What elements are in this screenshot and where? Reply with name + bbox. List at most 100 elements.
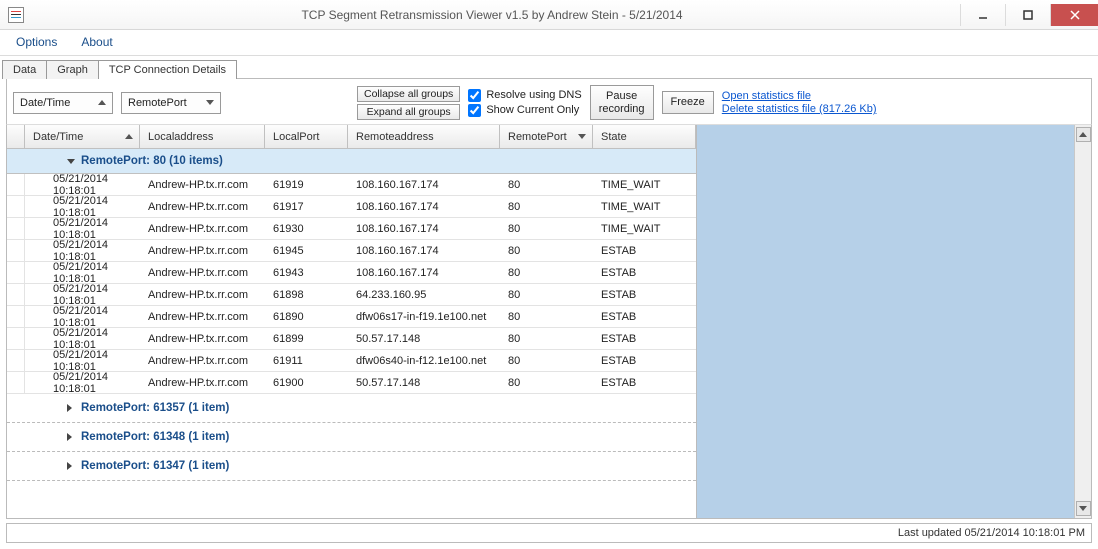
cell-localport: 61900 <box>265 377 348 389</box>
col-remoteport[interactable]: RemotePort <box>500 125 593 148</box>
app-icon <box>8 7 24 23</box>
scroll-down-button[interactable] <box>1076 501 1091 516</box>
col-remoteaddress[interactable]: Remoteaddress <box>348 125 500 148</box>
sort-field-1[interactable]: Date/Time <box>13 92 113 114</box>
cell-localaddress: Andrew-HP.tx.rr.com <box>140 289 265 301</box>
group-header-80[interactable]: RemotePort: 80 (10 items) <box>7 149 696 174</box>
menu-options[interactable]: Options <box>4 30 69 55</box>
tab-data[interactable]: Data <box>2 60 47 79</box>
freeze-button[interactable]: Freeze <box>662 91 714 114</box>
cell-datetime: 05/21/2014 10:18:01 <box>25 239 140 263</box>
col-state[interactable]: State <box>593 125 696 148</box>
table-row[interactable]: 05/21/2014 10:18:01Andrew-HP.tx.rr.com61… <box>7 306 696 328</box>
cell-state: TIME_WAIT <box>593 179 696 191</box>
cell-localaddress: Andrew-HP.tx.rr.com <box>140 179 265 191</box>
cell-remoteaddress: 108.160.167.174 <box>348 267 500 279</box>
cell-datetime: 05/21/2014 10:18:01 <box>25 261 140 285</box>
cell-localaddress: Andrew-HP.tx.rr.com <box>140 311 265 323</box>
tab-graph[interactable]: Graph <box>46 60 99 79</box>
cell-datetime: 05/21/2014 10:18:01 <box>25 305 140 329</box>
current-only-checkbox-label[interactable]: Show Current Only <box>468 104 581 117</box>
collapse-all-button[interactable]: Collapse all groups <box>357 86 460 102</box>
statusbar: Last updated 05/21/2014 10:18:01 PM <box>6 523 1092 543</box>
arrow-down-icon <box>1079 506 1087 511</box>
group-header-61357[interactable]: RemotePort: 61357 (1 item) <box>7 394 696 423</box>
cell-localport: 61890 <box>265 311 348 323</box>
cell-datetime: 05/21/2014 10:18:01 <box>25 349 140 373</box>
current-only-checkbox[interactable] <box>468 104 481 117</box>
sort-asc-icon <box>125 134 133 139</box>
table-row[interactable]: 05/21/2014 10:18:01Andrew-HP.tx.rr.com61… <box>7 328 696 350</box>
close-button[interactable] <box>1050 4 1098 26</box>
sort-asc-icon <box>98 100 106 105</box>
col-localaddress[interactable]: Localaddress <box>140 125 265 148</box>
cell-state: ESTAB <box>593 333 696 345</box>
sort-field-2[interactable]: RemotePort <box>121 92 221 114</box>
row-selector[interactable] <box>7 196 25 217</box>
row-selector[interactable] <box>7 306 25 327</box>
cell-localaddress: Andrew-HP.tx.rr.com <box>140 223 265 235</box>
table-row[interactable]: 05/21/2014 10:18:01Andrew-HP.tx.rr.com61… <box>7 174 696 196</box>
cell-remoteaddress: dfw06s17-in-f19.1e100.net <box>348 311 500 323</box>
row-selector[interactable] <box>7 240 25 261</box>
cell-state: ESTAB <box>593 311 696 323</box>
scrollbar[interactable] <box>1074 125 1091 518</box>
arrow-up-icon <box>1079 132 1087 137</box>
cell-remoteaddress: 108.160.167.174 <box>348 223 500 235</box>
cell-remoteaddress: dfw06s40-in-f12.1e100.net <box>348 355 500 367</box>
cell-state: ESTAB <box>593 245 696 257</box>
open-stats-link[interactable]: Open statistics file <box>722 90 877 102</box>
row-selector[interactable] <box>7 372 25 393</box>
grid: Date/Time Localaddress LocalPort Remotea… <box>7 125 696 518</box>
cell-localaddress: Andrew-HP.tx.rr.com <box>140 245 265 257</box>
cell-remoteaddress: 108.160.167.174 <box>348 179 500 191</box>
table-row[interactable]: 05/21/2014 10:18:01Andrew-HP.tx.rr.com61… <box>7 218 696 240</box>
cell-localport: 61945 <box>265 245 348 257</box>
group-header-61348[interactable]: RemotePort: 61348 (1 item) <box>7 423 696 452</box>
cell-remoteport: 80 <box>500 245 593 257</box>
col-datetime[interactable]: Date/Time <box>25 125 140 148</box>
cell-localaddress: Andrew-HP.tx.rr.com <box>140 333 265 345</box>
maximize-button[interactable] <box>1005 4 1050 26</box>
minimize-button[interactable] <box>960 4 1005 26</box>
dns-checkbox-label[interactable]: Resolve using DNS <box>468 89 581 102</box>
row-selector-header[interactable] <box>7 125 25 148</box>
row-selector[interactable] <box>7 328 25 349</box>
tab-connection-details[interactable]: TCP Connection Details <box>98 60 237 79</box>
table-row[interactable]: 05/21/2014 10:18:01Andrew-HP.tx.rr.com61… <box>7 262 696 284</box>
titlebar: TCP Segment Retransmission Viewer v1.5 b… <box>0 0 1098 30</box>
row-selector[interactable] <box>7 262 25 283</box>
cell-localport: 61899 <box>265 333 348 345</box>
cell-localaddress: Andrew-HP.tx.rr.com <box>140 377 265 389</box>
row-selector[interactable] <box>7 218 25 239</box>
side-panel <box>696 125 1091 518</box>
toolbar: Date/Time RemotePort Collapse all groups… <box>6 78 1092 125</box>
col-localport[interactable]: LocalPort <box>265 125 348 148</box>
window-buttons <box>960 4 1098 26</box>
table-row[interactable]: 05/21/2014 10:18:01Andrew-HP.tx.rr.com61… <box>7 350 696 372</box>
cell-localport: 61919 <box>265 179 348 191</box>
dns-checkbox[interactable] <box>468 89 481 102</box>
scroll-up-button[interactable] <box>1076 127 1091 142</box>
table-row[interactable]: 05/21/2014 10:18:01Andrew-HP.tx.rr.com61… <box>7 284 696 306</box>
group-header-61347[interactable]: RemotePort: 61347 (1 item) <box>7 452 696 481</box>
tabbar: Data Graph TCP Connection Details <box>0 56 1098 78</box>
cell-datetime: 05/21/2014 10:18:01 <box>25 327 140 351</box>
expand-all-button[interactable]: Expand all groups <box>357 104 460 120</box>
table-row[interactable]: 05/21/2014 10:18:01Andrew-HP.tx.rr.com61… <box>7 196 696 218</box>
table-row[interactable]: 05/21/2014 10:18:01Andrew-HP.tx.rr.com61… <box>7 240 696 262</box>
row-selector[interactable] <box>7 350 25 371</box>
cell-state: ESTAB <box>593 377 696 389</box>
content: Date/Time Localaddress LocalPort Remotea… <box>6 125 1092 519</box>
pause-recording-button[interactable]: Pause recording <box>590 85 654 120</box>
cell-remoteaddress: 50.57.17.148 <box>348 377 500 389</box>
cell-remoteaddress: 108.160.167.174 <box>348 245 500 257</box>
stats-links: Open statistics file Delete statistics f… <box>722 90 877 115</box>
cell-remoteaddress: 108.160.167.174 <box>348 201 500 213</box>
cell-localport: 61898 <box>265 289 348 301</box>
menu-about[interactable]: About <box>69 30 124 55</box>
delete-stats-link[interactable]: Delete statistics file (817.26 Kb) <box>722 103 877 115</box>
row-selector[interactable] <box>7 174 25 195</box>
row-selector[interactable] <box>7 284 25 305</box>
table-row[interactable]: 05/21/2014 10:18:01Andrew-HP.tx.rr.com61… <box>7 372 696 394</box>
